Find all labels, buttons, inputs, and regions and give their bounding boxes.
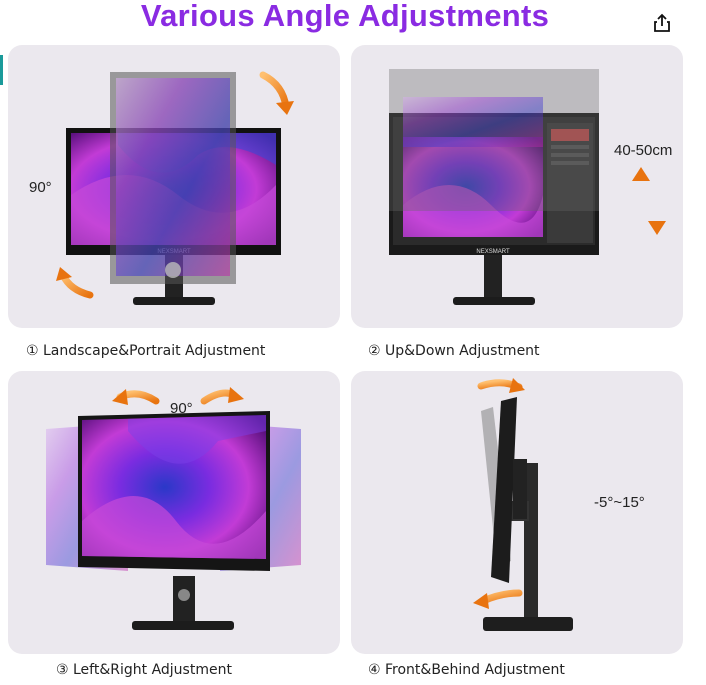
edge-marker	[0, 55, 3, 85]
rotation-angle-label: 90°	[29, 179, 52, 196]
panel-front-behind: -5°~15°	[351, 371, 683, 654]
height-range-label: 40-50cm	[614, 142, 673, 159]
monitor-rotation-illustration: NEXSMART	[56, 71, 294, 305]
page-title: Various Angle Adjustments	[140, 0, 550, 33]
monitor-tilt-illustration	[473, 378, 573, 631]
swivel-angle-label: 90°	[170, 400, 193, 417]
panel-left-right: 90°	[8, 371, 340, 654]
tilt-range-label: -5°~15°	[594, 494, 645, 511]
share-button[interactable]	[650, 12, 674, 38]
caption-left-right: ③ Left&Right Adjustment	[56, 662, 232, 678]
caption-front-behind: ④ Front&Behind Adjustment	[368, 662, 565, 678]
caption-landscape-portrait: ① Landscape&Portrait Adjustment	[26, 343, 266, 359]
monitor-height-illustration: NEXSMART	[389, 69, 666, 305]
caption-up-down: ② Up&Down Adjustment	[368, 343, 540, 359]
share-icon	[653, 13, 671, 38]
panel-up-down: NEXSMART 40-50cm	[351, 45, 683, 328]
panel-landscape-portrait: NEXSMART 90°	[8, 45, 340, 328]
svg-text:NEXSMART: NEXSMART	[476, 249, 510, 255]
